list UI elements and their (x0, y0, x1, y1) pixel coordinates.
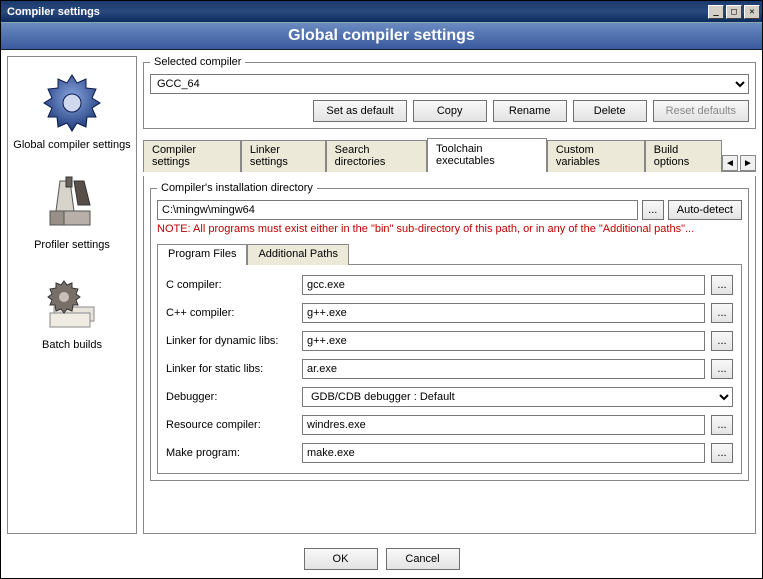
browse-linker-dynamic-button[interactable]: ... (711, 331, 733, 351)
program-files-form: C compiler: ... C++ compiler: ... Linker… (157, 265, 742, 474)
cpp-compiler-label: C++ compiler: (166, 307, 296, 319)
browse-make-program-button[interactable]: ... (711, 443, 733, 463)
window-title: Compiler settings (7, 6, 708, 18)
browse-resource-compiler-button[interactable]: ... (711, 415, 733, 435)
set-default-button[interactable]: Set as default (313, 100, 406, 122)
tab-search-directories[interactable]: Search directories (326, 140, 427, 172)
resource-compiler-label: Resource compiler: (166, 419, 296, 431)
linker-static-input[interactable] (302, 359, 705, 379)
tab-content: Compiler's installation directory ... Au… (143, 176, 756, 534)
browse-install-dir-button[interactable]: ... (642, 200, 664, 220)
c-compiler-label: C compiler: (166, 279, 296, 291)
main-panel: Selected compiler GCC_64 Set as default … (143, 56, 756, 534)
auto-detect-button[interactable]: Auto-detect (668, 200, 742, 220)
gear-stack-icon (40, 271, 104, 335)
gear-icon (40, 71, 104, 135)
linker-dynamic-label: Linker for dynamic libs: (166, 335, 296, 347)
page-header: Global compiler settings (1, 22, 762, 50)
category-sidebar: Global compiler settings Profiler settin… (7, 56, 137, 534)
selected-compiler-legend: Selected compiler (150, 56, 245, 68)
browse-linker-static-button[interactable]: ... (711, 359, 733, 379)
debugger-select[interactable]: GDB/CDB debugger : Default (302, 387, 733, 407)
sidebar-item-label: Batch builds (42, 339, 102, 351)
dialog-buttons: OK Cancel (1, 540, 762, 578)
window-buttons: _ □ ✕ (708, 5, 760, 19)
sidebar-item-batch-builds[interactable]: Batch builds (8, 265, 136, 365)
tab-compiler-settings[interactable]: Compiler settings (143, 140, 241, 172)
selected-compiler-group: Selected compiler GCC_64 Set as default … (143, 56, 756, 129)
cpp-compiler-input[interactable] (302, 303, 705, 323)
title-bar: Compiler settings _ □ ✕ (1, 1, 762, 22)
make-program-input[interactable] (302, 443, 705, 463)
tab-custom-variables[interactable]: Custom variables (547, 140, 645, 172)
caliper-icon (40, 171, 104, 235)
ok-button[interactable]: OK (304, 548, 378, 570)
install-dir-group: Compiler's installation directory ... Au… (150, 182, 749, 481)
subtab-additional-paths[interactable]: Additional Paths (247, 244, 349, 265)
copy-button[interactable]: Copy (413, 100, 487, 122)
tab-scroll-left[interactable]: ◄ (722, 155, 738, 171)
delete-button[interactable]: Delete (573, 100, 647, 122)
settings-tabstrip: Compiler settings Linker settings Search… (143, 137, 756, 172)
install-dir-input[interactable] (157, 200, 638, 220)
sidebar-item-label: Global compiler settings (13, 139, 130, 151)
tab-linker-settings[interactable]: Linker settings (241, 140, 326, 172)
maximize-button[interactable]: □ (726, 5, 742, 19)
install-dir-legend: Compiler's installation directory (157, 182, 317, 194)
close-button[interactable]: ✕ (744, 5, 760, 19)
sidebar-item-global-compiler[interactable]: Global compiler settings (8, 65, 136, 165)
install-dir-note: NOTE: All programs must exist either in … (157, 223, 742, 235)
tab-scroll-right[interactable]: ► (740, 155, 756, 171)
tab-build-options[interactable]: Build options (645, 140, 722, 172)
sidebar-item-profiler[interactable]: Profiler settings (8, 165, 136, 265)
sidebar-item-label: Profiler settings (34, 239, 110, 251)
debugger-label: Debugger: (166, 391, 296, 403)
browse-c-compiler-button[interactable]: ... (711, 275, 733, 295)
subtab-program-files[interactable]: Program Files (157, 244, 247, 265)
browse-cpp-compiler-button[interactable]: ... (711, 303, 733, 323)
make-program-label: Make program: (166, 447, 296, 459)
linker-static-label: Linker for static libs: (166, 363, 296, 375)
cancel-button[interactable]: Cancel (386, 548, 460, 570)
minimize-button[interactable]: _ (708, 5, 724, 19)
program-tabs: Program Files Additional Paths (157, 243, 742, 265)
tab-toolchain-executables[interactable]: Toolchain executables (427, 138, 547, 172)
rename-button[interactable]: Rename (493, 100, 567, 122)
linker-dynamic-input[interactable] (302, 331, 705, 351)
compiler-select[interactable]: GCC_64 (150, 74, 749, 94)
resource-compiler-input[interactable] (302, 415, 705, 435)
reset-defaults-button[interactable]: Reset defaults (653, 100, 749, 122)
c-compiler-input[interactable] (302, 275, 705, 295)
